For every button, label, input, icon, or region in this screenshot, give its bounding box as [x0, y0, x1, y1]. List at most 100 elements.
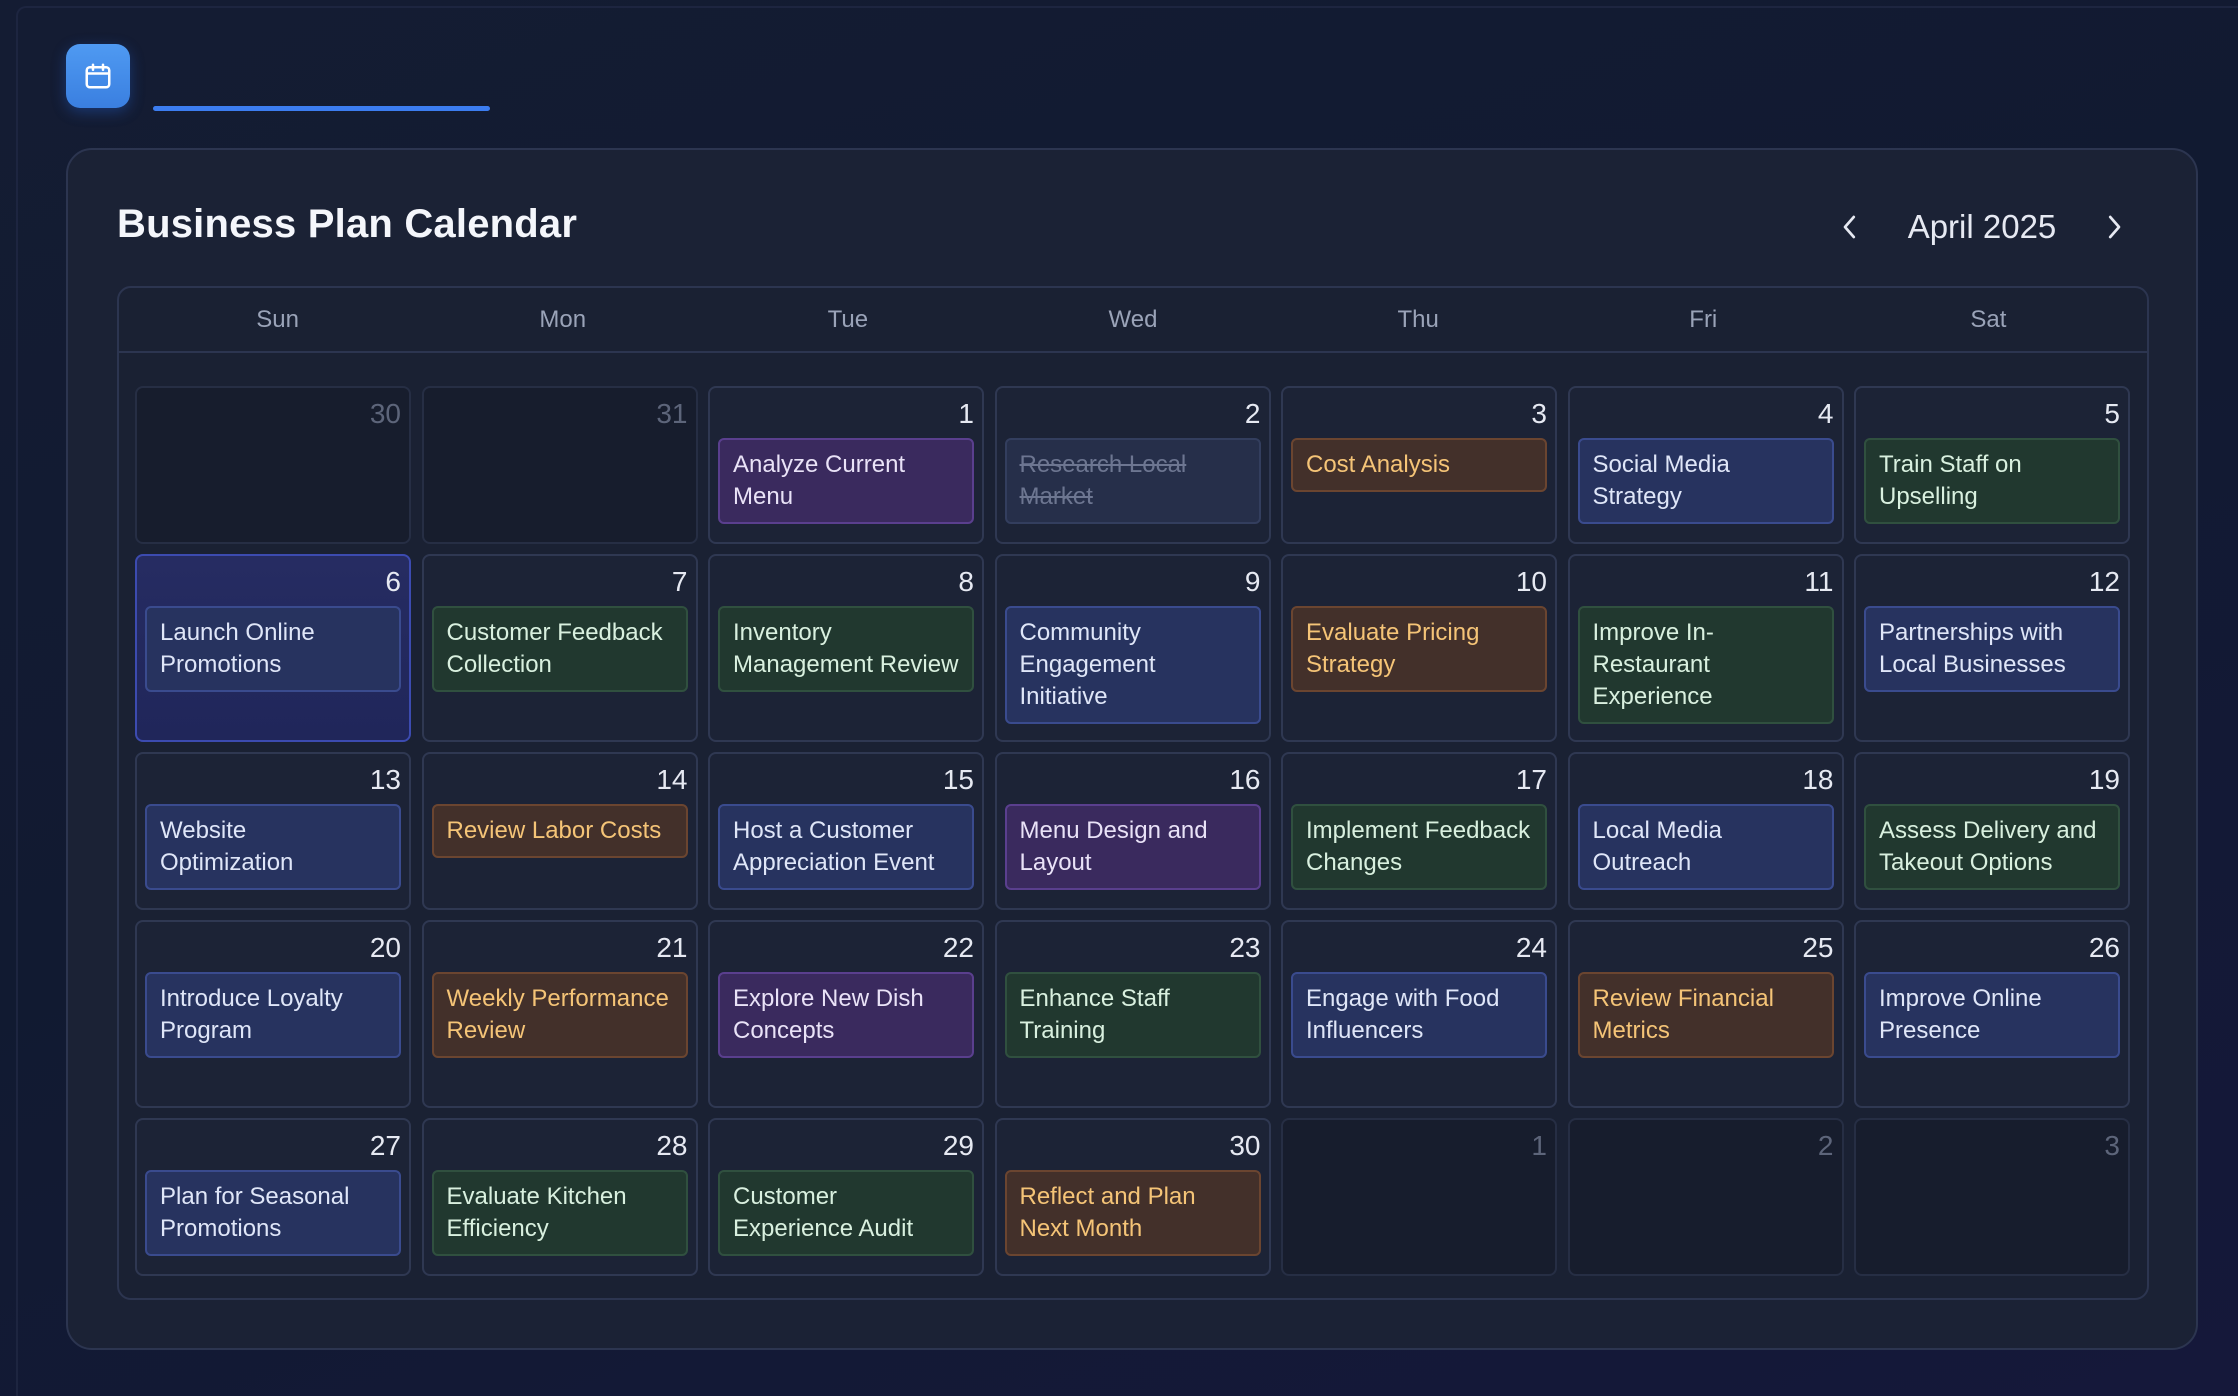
day-cell[interactable]: 16 Menu Design and Layout: [994, 752, 1271, 910]
event-chip[interactable]: Review Financial Metrics: [1577, 972, 1834, 1058]
day-number: 8: [958, 566, 974, 597]
day-cell[interactable]: 20 Introduce Loyalty Program: [135, 920, 411, 1108]
current-month-label: April 2025: [1907, 208, 2057, 245]
day-cell[interactable]: 25 Review Financial Metrics: [1567, 920, 1844, 1108]
event-chip[interactable]: Analyze Current Menu: [718, 438, 974, 524]
day-cell[interactable]: 30: [135, 386, 411, 544]
day-cell[interactable]: 1: [1281, 1118, 1557, 1276]
day-cell[interactable]: 10 Evaluate Pricing Strategy: [1281, 554, 1557, 742]
day-cell[interactable]: 24 Engage with Food Influencers: [1281, 920, 1557, 1108]
calendar-panel: Business Plan Calendar April 2025 Sun Mo…: [66, 148, 2198, 1350]
event-chip[interactable]: Review Labor Costs: [431, 804, 688, 858]
weekday-label: Sat: [1970, 306, 2007, 333]
day-cell[interactable]: 22 Explore New Dish Concepts: [708, 920, 984, 1108]
day-number: 2: [1244, 398, 1261, 429]
event-chip[interactable]: Social Media Strategy: [1577, 438, 1834, 524]
day-cell[interactable]: 30 Reflect and Plan Next Month: [994, 1118, 1271, 1276]
day-cell[interactable]: 3: [1854, 1118, 2130, 1276]
event-chip[interactable]: Implement Feedback Changes: [1291, 804, 1547, 890]
event-chip[interactable]: Train Staff on Upselling: [1864, 438, 2120, 524]
weekday-label: Tue: [827, 306, 869, 333]
day-number: 2: [1817, 1130, 1834, 1161]
day-number: 3: [2104, 1130, 2120, 1161]
event-chip[interactable]: Evaluate Kitchen Efficiency: [431, 1170, 688, 1256]
day-cell[interactable]: 18 Local Media Outreach: [1567, 752, 1844, 910]
event-chip[interactable]: Menu Design and Layout: [1004, 804, 1261, 890]
day-number: 11: [1804, 566, 1834, 597]
event-chip[interactable]: Assess Delivery and Takeout Options: [1864, 804, 2120, 890]
day-cell[interactable]: 3 Cost Analysis: [1281, 386, 1557, 544]
day-cell[interactable]: 27 Plan for Seasonal Promotions: [135, 1118, 411, 1276]
calendar-grid: Sun Mon Tue Wed Thu Fri Sat 30 31 1 Analyze…: [117, 286, 2149, 1300]
event-chip[interactable]: Customer Experience Audit: [718, 1170, 974, 1256]
event-chip[interactable]: Local Media Outreach: [1577, 804, 1834, 890]
event-chip[interactable]: Research Local Market: [1004, 438, 1261, 524]
event-chip[interactable]: Reflect and Plan Next Month: [1004, 1170, 1261, 1256]
calendar-weeks: 30 31 1 Analyze Current Menu 2 Research Local…: [135, 386, 2135, 1286]
day-cell[interactable]: 4 Social Media Strategy: [1567, 386, 1844, 544]
day-cell[interactable]: 31: [421, 386, 698, 544]
day-cell[interactable]: 13 Website Optimization: [135, 752, 411, 910]
day-cell[interactable]: 17 Implement Feedback Changes: [1281, 752, 1557, 910]
weekday-label: Fri: [1689, 306, 1718, 333]
day-cell[interactable]: 11 Improve In-Restaurant Experience: [1567, 554, 1844, 742]
day-number: 7: [671, 566, 688, 597]
event-chip[interactable]: Improve In-Restaurant Experience: [1577, 606, 1834, 724]
event-chip[interactable]: Plan for Seasonal Promotions: [145, 1170, 401, 1256]
day-cell[interactable]: 2: [1567, 1118, 1844, 1276]
next-month-button[interactable]: [2092, 205, 2136, 249]
day-cell[interactable]: 9 Community Engagement Initiative: [994, 554, 1271, 742]
event-chip[interactable]: Introduce Loyalty Program: [145, 972, 401, 1058]
calendar-icon[interactable]: [66, 44, 130, 108]
day-number: 30: [1229, 1130, 1261, 1161]
day-cell[interactable]: 26 Improve Online Presence: [1854, 920, 2130, 1108]
day-cell[interactable]: 12 Partnerships with Local Businesses: [1854, 554, 2130, 742]
day-number: 1: [958, 398, 974, 429]
event-chip[interactable]: Partnerships with Local Businesses: [1864, 606, 2120, 692]
day-cell[interactable]: 8 Inventory Management Review: [708, 554, 984, 742]
day-cell[interactable]: 2 Research Local Market: [994, 386, 1271, 544]
day-cell[interactable]: 28 Evaluate Kitchen Efficiency: [421, 1118, 698, 1276]
event-chip[interactable]: Explore New Dish Concepts: [718, 972, 974, 1058]
event-chip[interactable]: Customer Feedback Collection: [431, 606, 688, 692]
day-number: 18: [1802, 764, 1834, 795]
active-tab-indicator[interactable]: [153, 106, 490, 111]
day-cell[interactable]: 23 Enhance Staff Training: [994, 920, 1271, 1108]
event-chip[interactable]: Website Optimization: [145, 804, 401, 890]
event-chip[interactable]: Community Engagement Initiative: [1004, 606, 1261, 724]
day-number: 24: [1515, 932, 1547, 963]
event-chip[interactable]: Enhance Staff Training: [1004, 972, 1261, 1058]
prev-month-button[interactable]: [1828, 205, 1872, 249]
event-chip[interactable]: Launch Online Promotions: [145, 606, 401, 692]
day-cell[interactable]: 19 Assess Delivery and Takeout Options: [1854, 752, 2130, 910]
day-number: 14: [656, 764, 688, 795]
day-cell[interactable]: 14 Review Labor Costs: [421, 752, 698, 910]
day-number: 25: [1802, 932, 1834, 963]
event-chip[interactable]: Improve Online Presence: [1864, 972, 2120, 1058]
day-cell[interactable]: 29 Customer Experience Audit: [708, 1118, 984, 1276]
day-number: 6: [385, 566, 401, 597]
day-cell[interactable]: 5 Train Staff on Upselling: [1854, 386, 2130, 544]
day-cell[interactable]: 21 Weekly Performance Review: [421, 920, 698, 1108]
day-cell-today[interactable]: 6 Launch Online Promotions: [135, 554, 411, 742]
day-number: 27: [369, 1130, 401, 1161]
day-number: 3: [1531, 398, 1547, 429]
weekday-label: Wed: [1108, 306, 1158, 333]
day-number: 29: [942, 1130, 974, 1161]
month-navigation: April 2025: [1828, 202, 2136, 252]
day-cell[interactable]: 1 Analyze Current Menu: [708, 386, 984, 544]
day-number: 16: [1229, 764, 1261, 795]
day-number: 22: [942, 932, 974, 963]
day-cell[interactable]: 15 Host a Customer Appreciation Event: [708, 752, 984, 910]
event-chip[interactable]: Cost Analysis: [1291, 438, 1547, 492]
day-number: 20: [369, 932, 401, 963]
weekday-label: Thu: [1397, 306, 1439, 333]
calendar-week: 27 Plan for Seasonal Promotions 28 Evaluate…: [135, 1118, 2135, 1276]
day-cell[interactable]: 7 Customer Feedback Collection: [421, 554, 698, 742]
event-chip[interactable]: Weekly Performance Review: [431, 972, 688, 1058]
day-number: 15: [942, 764, 974, 795]
event-chip[interactable]: Evaluate Pricing Strategy: [1291, 606, 1547, 692]
event-chip[interactable]: Inventory Management Review: [718, 606, 974, 692]
event-chip[interactable]: Host a Customer Appreciation Event: [718, 804, 974, 890]
event-chip[interactable]: Engage with Food Influencers: [1291, 972, 1547, 1058]
